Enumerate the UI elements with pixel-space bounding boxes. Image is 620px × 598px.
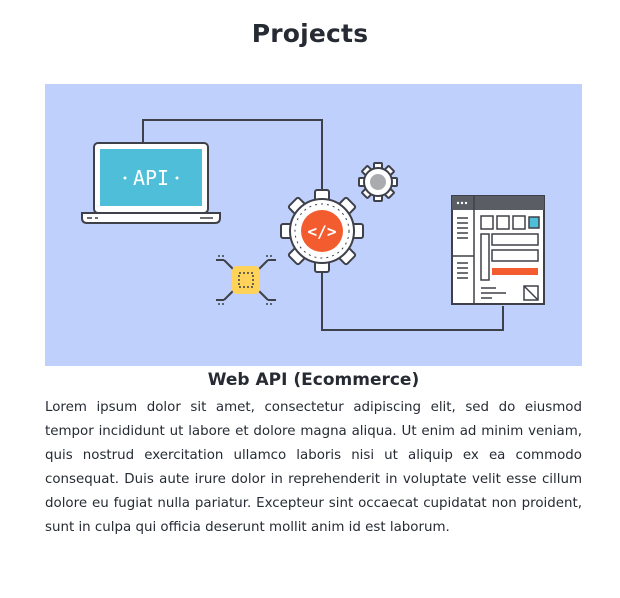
small-gear-icon xyxy=(358,162,398,202)
browser-window-icon xyxy=(451,195,545,305)
gear-icon: </> xyxy=(280,189,364,273)
api-label: API xyxy=(133,166,169,190)
laptop-icon: API xyxy=(81,142,221,224)
code-symbol: </> xyxy=(308,222,337,241)
project-description: Lorem ipsum dolor sit amet, consectetur … xyxy=(45,400,582,535)
project-image: API </> xyxy=(45,84,582,366)
page-title: Projects xyxy=(251,18,369,48)
project-title: Web API (Ecommerce) xyxy=(207,370,420,390)
project-card: API </> Web API (Ecommerce) Lorem ipsum … xyxy=(45,84,582,553)
